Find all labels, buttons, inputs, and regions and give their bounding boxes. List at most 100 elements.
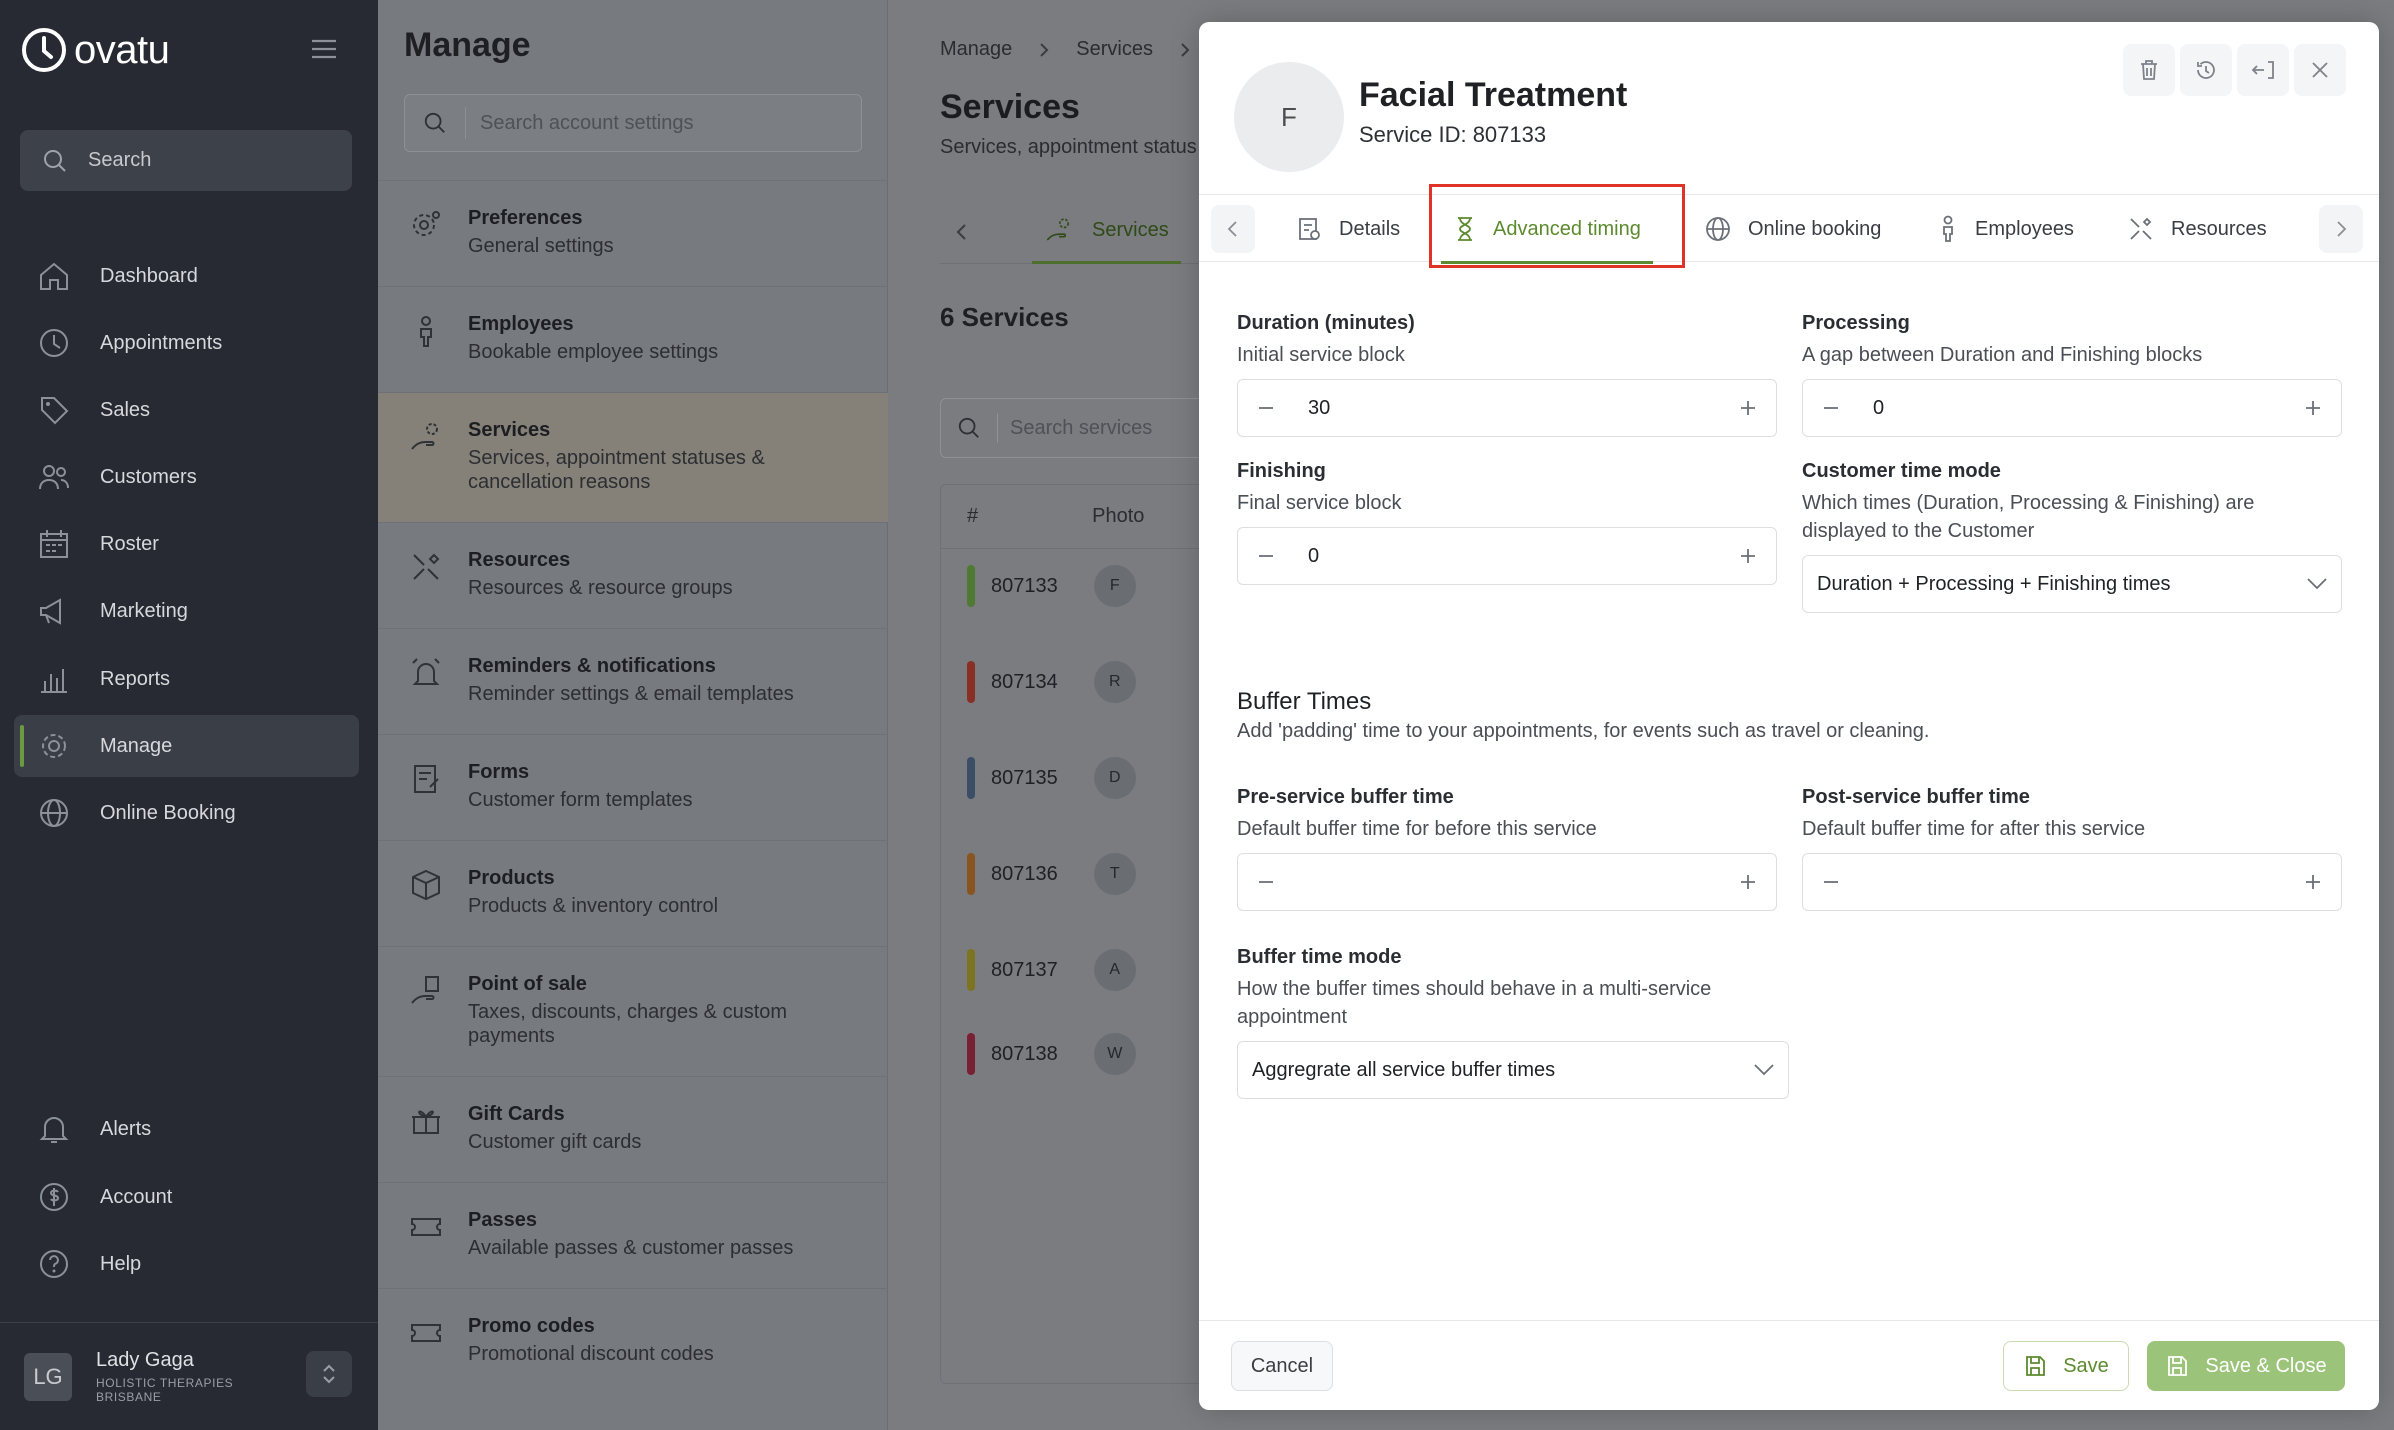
processing-input[interactable]: [1859, 396, 2239, 420]
breadcrumb-services[interactable]: Services: [1076, 38, 1153, 61]
save-button[interactable]: Save: [2003, 1341, 2129, 1391]
duration-stepper: [1237, 379, 1777, 437]
sidebar-item-dashboard[interactable]: Dashboard: [14, 245, 359, 307]
ticket-icon: [411, 1324, 441, 1342]
tools-icon: [413, 553, 440, 580]
column-id: #: [967, 505, 979, 527]
buffer-time-mode-select[interactable]: Aggregrate all service buffer times: [1237, 1041, 1789, 1099]
main-sidebar: ovatu Search Dashboard Appointments Sale…: [0, 0, 378, 1430]
user-profile[interactable]: LG Lady Gaga HOLISTIC THERAPIES BRISBANE: [0, 1322, 378, 1430]
tab-resources[interactable]: Resources: [2127, 195, 2267, 263]
customer-time-mode-field: Customer time mode Which times (Duration…: [1802, 460, 2342, 613]
settings-item-services[interactable]: Services Services, appointment statuses &…: [378, 392, 888, 522]
settings-item-employees[interactable]: Employees Bookable employee settings: [378, 286, 888, 392]
service-avatar[interactable]: F: [1234, 62, 1344, 172]
finishing-increment[interactable]: [1720, 528, 1776, 584]
tab-online-booking[interactable]: Online booking: [1704, 195, 1881, 263]
service-color: [967, 661, 975, 703]
breadcrumb-manage[interactable]: Manage: [940, 38, 1012, 61]
chevron-up-down-icon: [323, 1364, 335, 1384]
chevron-down-icon: [1754, 1064, 1774, 1076]
pre-buffer-input[interactable]: [1294, 870, 1674, 894]
delete-button[interactable]: [2123, 44, 2175, 96]
pre-buffer-decrement[interactable]: [1238, 854, 1294, 910]
service-id: Service ID: 807133: [1359, 122, 1547, 147]
finishing-decrement[interactable]: [1238, 528, 1294, 584]
processing-increment[interactable]: [2285, 380, 2341, 436]
tab-employees[interactable]: Employees: [1937, 195, 2074, 263]
sidebar-item-marketing[interactable]: Marketing: [14, 580, 359, 642]
post-buffer-input[interactable]: [1859, 870, 2239, 894]
chevron-right-icon: [2337, 221, 2347, 237]
duration-decrement[interactable]: [1238, 380, 1294, 436]
globe-icon: [40, 799, 68, 827]
manage-search-input[interactable]: [465, 107, 825, 139]
history-button[interactable]: [2180, 44, 2232, 96]
sidebar-item-appointments[interactable]: Appointments: [14, 312, 359, 374]
minus-icon: [1259, 881, 1273, 883]
pre-buffer-increment[interactable]: [1720, 854, 1776, 910]
brand-logo[interactable]: ovatu: [20, 26, 170, 74]
settings-item-reminders[interactable]: Reminders & notifications Reminder settin…: [378, 628, 888, 734]
post-buffer-increment[interactable]: [2285, 854, 2341, 910]
tabs-scroll-right[interactable]: [2319, 205, 2363, 253]
tab-details[interactable]: Details: [1295, 195, 1400, 263]
minus-icon: [1259, 555, 1273, 557]
sidebar-item-roster[interactable]: Roster: [14, 513, 359, 575]
settings-item-gift-cards[interactable]: Gift Cards Customer gift cards: [378, 1076, 888, 1182]
cancel-button[interactable]: Cancel: [1231, 1341, 1333, 1391]
manage-search[interactable]: [404, 94, 862, 152]
save-close-button[interactable]: Save & Close: [2147, 1341, 2345, 1391]
sidebar-search[interactable]: Search: [20, 130, 352, 191]
duration-input[interactable]: [1294, 396, 1674, 420]
sidebar-item-online-booking[interactable]: Online Booking: [14, 782, 359, 844]
sidebar-item-manage[interactable]: Manage: [14, 715, 359, 777]
breadcrumb: Manage Services: [940, 38, 1191, 61]
service-photo: F: [1093, 565, 1136, 607]
sidebar-item-account[interactable]: Account: [14, 1166, 359, 1228]
settings-item-preferences[interactable]: Preferences General settings: [378, 180, 888, 286]
sidebar-item-alerts[interactable]: Alerts: [14, 1098, 359, 1160]
sidebar-item-sales[interactable]: Sales: [14, 379, 359, 441]
customer-time-mode-select[interactable]: Duration + Processing + Finishing times: [1802, 555, 2342, 613]
sidebar-item-help[interactable]: Help: [14, 1233, 359, 1295]
close-icon: [2312, 62, 2328, 78]
service-color: [967, 565, 975, 607]
menu-toggle-icon[interactable]: [310, 38, 338, 60]
duration-increment[interactable]: [1720, 380, 1776, 436]
help-icon: [40, 1250, 68, 1278]
settings-item-forms[interactable]: Forms Customer form templates: [378, 734, 888, 840]
settings-item-promo-codes[interactable]: Promo codes Promotional discount codes: [378, 1288, 888, 1394]
tab-advanced-timing[interactable]: Advanced timing: [1441, 195, 1653, 264]
avatar: LG: [24, 1352, 72, 1401]
minus-icon: [1824, 881, 1838, 883]
save-icon: [2168, 1356, 2188, 1376]
search-icon: [424, 112, 445, 133]
settings-item-passes[interactable]: Passes Available passes & customer passes: [378, 1182, 888, 1288]
bell-icon: [39, 1117, 69, 1143]
manage-settings-panel: Manage PreferencesGeneral settings Emplo…: [378, 0, 888, 1430]
settings-item-point-of-sale[interactable]: Point of sale Taxes, discounts, charges &…: [378, 946, 888, 1076]
sidebar-item-customers[interactable]: Customers: [14, 446, 359, 508]
buffer-time-mode-field: Buffer time mode How the buffer times sh…: [1237, 946, 1789, 1099]
user-menu-toggle[interactable]: [306, 1351, 352, 1397]
calendar-icon: [40, 530, 68, 558]
chevron-left-icon[interactable]: [950, 220, 974, 244]
collapse-button[interactable]: [2237, 44, 2289, 96]
settings-item-products[interactable]: Products Products & inventory control: [378, 840, 888, 946]
close-button[interactable]: [2294, 44, 2346, 96]
sidebar-item-reports[interactable]: Reports: [14, 648, 359, 710]
tabs-scroll-left[interactable]: [1211, 205, 1255, 253]
finishing-field: Finishing Final service block: [1237, 460, 1777, 585]
tab-services[interactable]: Services: [1032, 200, 1181, 264]
processing-decrement[interactable]: [1803, 380, 1859, 436]
plus-icon: [2306, 875, 2320, 889]
form-icon: [414, 765, 439, 793]
column-photo: Photo: [1092, 505, 1145, 527]
box-icon: [412, 869, 440, 901]
settings-item-resources[interactable]: Resources Resources & resource groups: [378, 522, 888, 628]
finishing-input[interactable]: [1294, 544, 1674, 568]
person-icon: [1943, 215, 1953, 242]
plus-icon: [2306, 401, 2320, 415]
post-buffer-decrement[interactable]: [1803, 854, 1859, 910]
